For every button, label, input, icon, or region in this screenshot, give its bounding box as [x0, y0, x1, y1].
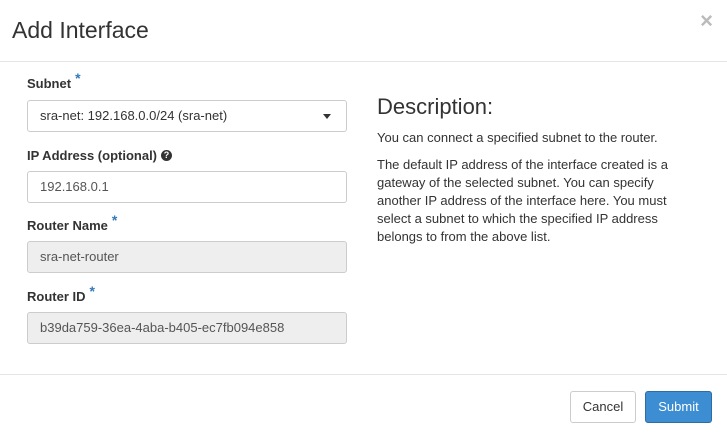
description-paragraph-1: You can connect a specified subnet to th…	[377, 130, 658, 145]
required-marker: *	[75, 70, 81, 86]
ip-address-label: IP Address (optional)	[27, 148, 158, 163]
subnet-select[interactable]: sra-net: 192.168.0.0/24 (sra-net)	[27, 100, 347, 132]
required-marker: *	[111, 212, 118, 228]
close-icon[interactable]: ×	[700, 10, 713, 32]
router-id-group: Router ID * b39da759-36ea-4aba-b405-ec7f…	[27, 283, 347, 344]
help-icon[interactable]: ?	[161, 150, 173, 161]
modal-footer: Cancel Submit	[0, 374, 727, 434]
router-name-value: sra-net-router	[40, 249, 119, 264]
router-name-field: sra-net-router	[27, 241, 347, 273]
required-marker: *	[89, 283, 95, 299]
ip-address-group: IP Address (optional) ? 192.168.0.1	[27, 148, 347, 203]
description-panel: Description: You can connect a specified…	[377, 94, 677, 246]
cancel-button[interactable]: Cancel	[570, 391, 636, 423]
router-name-label: Router Name	[27, 218, 108, 233]
ip-address-label-row: IP Address (optional) ?	[27, 148, 347, 164]
router-name-group: Router Name * sra-net-router	[27, 212, 347, 273]
chevron-down-icon	[323, 114, 331, 119]
subnet-selected-value: sra-net: 192.168.0.0/24 (sra-net)	[40, 108, 228, 123]
router-id-label-row: Router ID *	[27, 283, 347, 305]
router-id-field: b39da759-36ea-4aba-b405-ec7fb094e858	[27, 312, 347, 344]
subnet-group: Subnet * sra-net: 192.168.0.0/24 (sra-ne…	[27, 70, 347, 132]
ip-address-placeholder: 192.168.0.1	[40, 179, 109, 194]
submit-button[interactable]: Submit	[645, 391, 712, 423]
router-id-label: Router ID	[27, 289, 86, 304]
description-title: Description:	[377, 94, 494, 119]
dialog-title: Add Interface	[12, 17, 149, 43]
description-paragraph-2: The default IP address of the interface …	[377, 157, 668, 244]
subnet-label-row: Subnet *	[27, 70, 347, 92]
modal-header: Add Interface ×	[0, 0, 727, 62]
router-id-value: b39da759-36ea-4aba-b405-ec7fb094e858	[40, 320, 285, 335]
router-name-label-row: Router Name *	[27, 212, 347, 234]
ip-address-input[interactable]: 192.168.0.1	[27, 171, 347, 203]
subnet-label: Subnet	[27, 76, 72, 91]
